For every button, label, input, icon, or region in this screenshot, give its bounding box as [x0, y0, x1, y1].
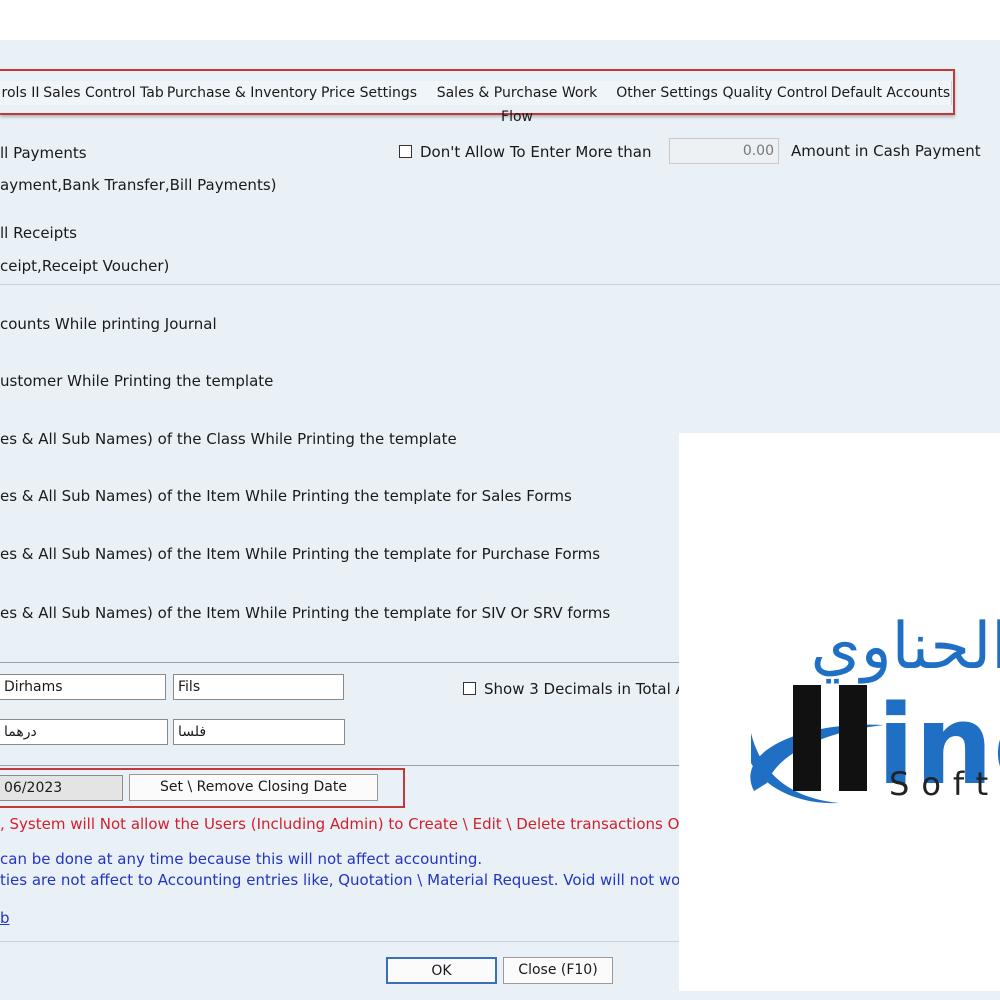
- print-option-class: es & All Sub Names) of the Class While P…: [0, 430, 457, 448]
- print-option-item-sales: es & All Sub Names) of the Item While Pr…: [0, 487, 572, 505]
- receipts-option-label: ll Receipts: [0, 224, 77, 242]
- company-logo-graphic: الحناوي ind Soft: [750, 610, 1000, 809]
- logo-h-right: [839, 685, 867, 791]
- currency-sub-ar-input[interactable]: فلسا: [173, 719, 345, 745]
- tab-controls-ii[interactable]: rols II: [0, 81, 42, 105]
- divider: [0, 765, 680, 766]
- closing-note-2: ties are not affect to Accounting entrie…: [0, 871, 681, 889]
- receipts-option-detail: ceipt,Receipt Voucher): [0, 257, 170, 275]
- print-option-customer: ustomer While Printing the template: [0, 372, 274, 390]
- tab-purchase-inventory[interactable]: Purchase & Inventory: [166, 81, 319, 105]
- help-link[interactable]: b: [0, 909, 10, 927]
- logo-subtitle-text: Soft: [889, 765, 1000, 803]
- tab-sales-purchase-workflow[interactable]: Sales & Purchase Work Flow: [420, 81, 615, 125]
- window-top-strip: [0, 0, 1000, 40]
- logo-arabic-text: الحناوي: [811, 610, 1000, 684]
- tab-price-settings[interactable]: Price Settings: [318, 81, 421, 105]
- payments-option-detail: ayment,Bank Transfer,Bill Payments): [0, 176, 277, 194]
- company-logo: الحناوي ind Soft: [679, 433, 1000, 991]
- cash-limit-checkbox[interactable]: Don't Allow To Enter More than: [399, 143, 651, 161]
- currency-main-en-input[interactable]: Dirhams: [0, 674, 166, 700]
- checkbox-box[interactable]: [463, 682, 476, 695]
- settings-tab-bar: rols II Sales Control Tab Purchase & Inv…: [0, 69, 955, 125]
- print-option-item-siv: es & All Sub Names) of the Item While Pr…: [0, 604, 611, 622]
- divider: [0, 941, 680, 942]
- cash-limit-amount-input[interactable]: 0.00: [669, 138, 779, 164]
- print-option-journal: counts While printing Journal: [0, 315, 217, 333]
- set-remove-closing-date-button[interactable]: Set \ Remove Closing Date: [129, 774, 378, 801]
- divider: [0, 284, 1000, 285]
- tab-other-settings[interactable]: Other Settings: [614, 81, 721, 105]
- closing-note-1: can be done at any time because this wil…: [0, 850, 483, 868]
- close-button[interactable]: Close (F10): [503, 957, 613, 984]
- tab-quality-control[interactable]: Quality Control: [720, 81, 831, 105]
- show-decimals-checkbox[interactable]: Show 3 Decimals in Total A: [463, 680, 686, 698]
- cash-limit-suffix: Amount in Cash Payment: [791, 142, 981, 160]
- closing-warning-text: , System will Not allow the Users (Inclu…: [0, 815, 703, 833]
- checkbox-box[interactable]: [399, 145, 412, 158]
- currency-sub-en-input[interactable]: Fils: [173, 674, 344, 700]
- currency-main-ar-input[interactable]: درهما: [0, 719, 168, 745]
- payments-option-label: ll Payments: [0, 144, 87, 162]
- tab-default-accounts[interactable]: Default Accounts: [830, 81, 952, 105]
- ok-button[interactable]: OK: [386, 957, 497, 984]
- divider: [0, 662, 680, 663]
- closing-date-input[interactable]: 06/2023: [0, 775, 123, 801]
- show-decimals-label: Show 3 Decimals in Total A: [484, 680, 686, 698]
- cash-limit-label: Don't Allow To Enter More than: [420, 143, 652, 161]
- logo-h-left: [793, 685, 821, 791]
- tab-sales-control[interactable]: Sales Control Tab: [41, 81, 167, 105]
- print-option-item-purchase: es & All Sub Names) of the Item While Pr…: [0, 545, 601, 563]
